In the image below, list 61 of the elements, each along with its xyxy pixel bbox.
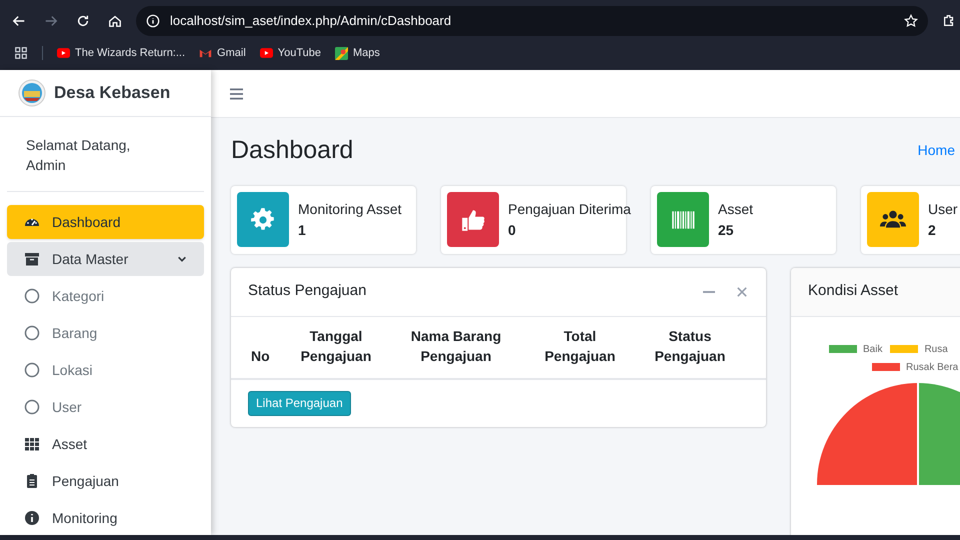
home-icon[interactable] <box>108 14 122 28</box>
info-value: 2 <box>928 220 937 240</box>
logo-emblem-icon <box>18 79 46 107</box>
card-title: Status Pengajuan <box>248 281 366 302</box>
nav-item[interactable]: Barang <box>7 316 204 350</box>
info-value: 0 <box>508 220 517 240</box>
play-logo-icon <box>260 48 273 58</box>
legend-label: Baik <box>863 342 882 356</box>
reload-icon[interactable] <box>76 14 90 28</box>
nav-item[interactable]: Data Master <box>7 242 204 276</box>
nav-item[interactable]: Monitoring <box>7 501 204 535</box>
address-bar[interactable]: localhost/sim_aset/index.php/Admin/cDashboard <box>136 6 928 36</box>
page-title: Dashboard <box>231 135 354 166</box>
nav-item[interactable]: Asset <box>7 427 204 461</box>
column-header: Nama Barang Pengajuan <box>410 326 502 366</box>
column-header: Status Pengajuan <box>654 326 726 366</box>
circle-icon <box>24 362 40 378</box>
forward-icon[interactable] <box>44 14 58 28</box>
bookmark-link[interactable]: YouTube <box>260 44 322 62</box>
circle-icon <box>24 325 40 341</box>
info-icon <box>24 510 40 526</box>
welcome-text: Selamat Datang, Admin <box>26 136 132 175</box>
nav-item[interactable]: Dashboard <box>7 205 204 239</box>
extensions-icon[interactable] <box>942 14 956 28</box>
bookmark-link[interactable]: Maps <box>335 44 380 62</box>
nav-item[interactable]: Pengajuan <box>7 464 204 498</box>
bookmark-link[interactable]: The Wizards Return:... <box>57 44 186 62</box>
column-header: Tanggal Pengajuan <box>300 326 372 366</box>
nav-item[interactable]: User <box>7 390 204 424</box>
circle-icon <box>24 399 40 415</box>
legend-label: Rusak Bera <box>906 360 958 374</box>
nav-item[interactable]: Kategori <box>7 279 204 313</box>
chevron-down-icon <box>177 254 187 264</box>
close-icon[interactable] <box>737 286 747 296</box>
back-icon[interactable] <box>12 14 26 28</box>
clipboard-icon <box>24 473 40 489</box>
column-header: No <box>250 346 271 366</box>
bookmark-link[interactable]: Gmail <box>199 44 246 62</box>
brand-name: Desa Kebasen <box>54 82 170 104</box>
map-pin-logo-icon <box>335 46 348 60</box>
legend-label: Rusa <box>924 342 948 356</box>
breadcrumb-link[interactable]: Home <box>918 140 955 162</box>
apps-grid-icon[interactable] <box>14 46 28 60</box>
archive-box-icon <box>24 251 40 267</box>
mail-logo-icon <box>199 48 212 58</box>
info-label: Pengajuan Diterima <box>508 200 631 219</box>
nav-item[interactable]: Lokasi <box>7 353 204 387</box>
circle-icon <box>24 288 40 304</box>
card-title: Kondisi Asset <box>808 281 898 302</box>
info-icon <box>146 14 160 28</box>
info-value: 25 <box>718 220 735 240</box>
gear-icon <box>250 206 276 232</box>
info-label: Asset <box>718 200 754 218</box>
info-value: 1 <box>298 220 307 240</box>
column-header: Total Pengajuan <box>544 326 616 366</box>
menu-icon[interactable] <box>230 88 243 100</box>
grid-icon <box>24 436 40 452</box>
star-icon[interactable] <box>904 14 918 28</box>
info-label: Monitoring Asset <box>298 200 402 219</box>
info-label: User <box>928 200 958 218</box>
play-logo-icon <box>57 48 70 58</box>
